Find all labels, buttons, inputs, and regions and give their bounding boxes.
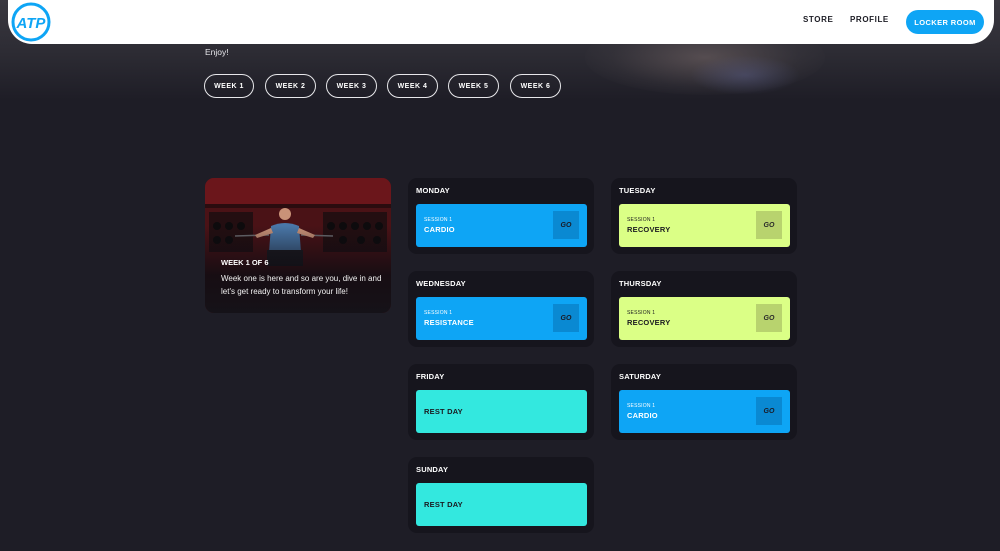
- day-card-friday: FRIDAY REST DAY: [408, 364, 594, 440]
- session-type: RECOVERY: [627, 225, 671, 234]
- session-type: RESISTANCE: [424, 318, 474, 327]
- hero-background-detail: [690, 55, 800, 95]
- go-button-monday[interactable]: GO: [553, 211, 579, 239]
- session-card-saturday[interactable]: SESSION 1 CARDIO GO: [619, 390, 790, 433]
- nav-profile-link[interactable]: PROFILE: [850, 15, 889, 24]
- go-button-tuesday[interactable]: GO: [756, 211, 782, 239]
- tab-week-2[interactable]: WEEK 2: [265, 74, 316, 98]
- session-label: SESSION 1: [627, 403, 656, 409]
- tab-week-5[interactable]: WEEK 5: [448, 74, 499, 98]
- rest-day-card-friday: REST DAY: [416, 390, 587, 433]
- session-label: SESSION 1: [627, 310, 656, 316]
- day-name: TUESDAY: [619, 186, 656, 195]
- day-name: MONDAY: [416, 186, 450, 195]
- session-card-tuesday[interactable]: SESSION 1 RECOVERY GO: [619, 204, 790, 247]
- go-button-saturday[interactable]: GO: [756, 397, 782, 425]
- go-button-thursday[interactable]: GO: [756, 304, 782, 332]
- day-name: FRIDAY: [416, 372, 445, 381]
- day-name: SATURDAY: [619, 372, 662, 381]
- rest-day-label: REST DAY: [424, 407, 463, 416]
- day-name: THURSDAY: [619, 279, 662, 288]
- session-label: SESSION 1: [424, 217, 453, 223]
- session-type: CARDIO: [627, 411, 658, 420]
- session-label: SESSION 1: [424, 310, 453, 316]
- day-card-tuesday: TUESDAY SESSION 1 RECOVERY GO: [611, 178, 797, 254]
- session-label: SESSION 1: [627, 217, 656, 223]
- session-type: RECOVERY: [627, 318, 671, 327]
- day-name: WEDNESDAY: [416, 279, 466, 288]
- tab-week-6[interactable]: WEEK 6: [510, 74, 561, 98]
- day-name: SUNDAY: [416, 465, 449, 474]
- nav-store-link[interactable]: STORE: [803, 15, 833, 24]
- week-progress-label: WEEK 1 OF 6: [221, 258, 269, 267]
- tab-week-4[interactable]: WEEK 4: [387, 74, 438, 98]
- session-card-thursday[interactable]: SESSION 1 RECOVERY GO: [619, 297, 790, 340]
- session-type: CARDIO: [424, 225, 455, 234]
- locker-room-button[interactable]: LOCKER ROOM: [906, 10, 984, 34]
- week-intro-text: Week one is here and so are you, dive in…: [221, 274, 382, 296]
- go-button-wednesday[interactable]: GO: [553, 304, 579, 332]
- day-card-saturday: SATURDAY SESSION 1 CARDIO GO: [611, 364, 797, 440]
- logo-text: ATP: [16, 15, 47, 32]
- top-navbar: ATP STORE PROFILE LOCKER ROOM: [8, 0, 994, 44]
- rest-day-label: REST DAY: [424, 500, 463, 509]
- session-card-wednesday[interactable]: SESSION 1 RESISTANCE GO: [416, 297, 587, 340]
- atp-logo[interactable]: ATP: [11, 2, 51, 42]
- tab-week-3[interactable]: WEEK 3: [326, 74, 377, 98]
- hero-enjoy-text: Enjoy!: [205, 47, 229, 57]
- day-card-wednesday: WEDNESDAY SESSION 1 RESISTANCE GO: [408, 271, 594, 347]
- session-card-monday[interactable]: SESSION 1 CARDIO GO: [416, 204, 587, 247]
- tab-week-1[interactable]: WEEK 1: [204, 74, 254, 98]
- rest-day-card-sunday: REST DAY: [416, 483, 587, 526]
- atp-logo-icon: ATP: [11, 2, 51, 42]
- day-card-sunday: SUNDAY REST DAY: [408, 457, 594, 533]
- week-intro-card: WEEK 1 OF 6 Week one is here and so are …: [205, 178, 391, 313]
- day-card-thursday: THURSDAY SESSION 1 RECOVERY GO: [611, 271, 797, 347]
- day-card-monday: MONDAY SESSION 1 CARDIO GO: [408, 178, 594, 254]
